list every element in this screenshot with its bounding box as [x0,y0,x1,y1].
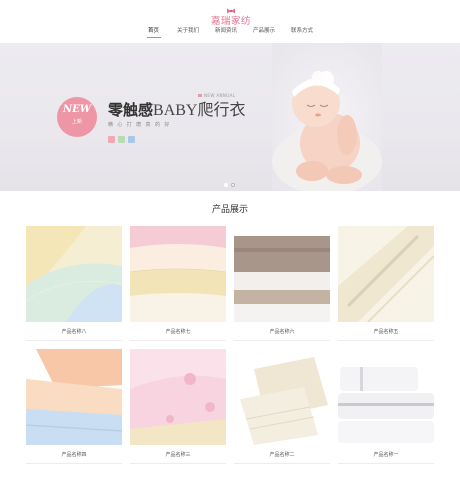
nav-item-about[interactable]: 关于我们 [177,28,199,35]
towel-peach-blue-fold-image [26,349,122,445]
towel-pink-yellow-stack-image [130,226,226,322]
product-name: 产品名称五 [373,329,399,335]
product-name: 产品名称七 [165,329,191,335]
bow-icon [227,8,235,14]
product-card[interactable]: 产品名称四 [26,349,122,466]
new-badge-sub: 上新 [71,119,82,125]
baby-photo [272,43,382,191]
product-card[interactable]: 产品名称六 [234,226,330,343]
nav-item-home[interactable]: 首页 [148,28,159,35]
card-divider [130,340,226,341]
product-card[interactable]: 产品名称三 [130,349,226,466]
main-nav: 首页 关于我们 新闻资讯 产品展示 联系方式 [130,28,330,40]
card-divider [26,340,122,341]
new-badge: NEW 上新 [57,97,97,137]
card-divider [26,463,122,464]
towel-brown-white-stack-image [234,226,330,322]
towel-cream-roll-image [338,226,434,322]
card-divider [234,340,330,341]
color-swatch-blue [128,136,135,143]
product-name: 产品名称六 [269,329,295,335]
towel-pink-floral-fold-image [130,349,226,445]
card-divider [338,463,434,464]
nav-item-news[interactable]: 新闻资讯 [215,28,237,35]
product-name: 产品名称八 [61,329,87,335]
headline-bold: 零触感 [108,101,154,119]
header: 嘉瑞家纺 首页 关于我们 新闻资讯 产品展示 联系方式 [0,0,460,40]
towel-beige-fold-image [234,349,330,445]
new-annual-marker [198,94,202,97]
card-divider [338,340,434,341]
nav-active-indicator [147,37,161,38]
product-name: 产品名称四 [61,452,87,458]
banner-headline: 零触感BABY爬行衣 [108,101,245,120]
towel-pastel-stack-image [26,226,122,322]
nav-item-products[interactable]: 产品展示 [253,28,275,35]
card-divider [234,463,330,464]
color-swatch-pink [108,136,115,143]
logo[interactable]: 嘉瑞家纺 [208,6,254,27]
hero-banner[interactable]: NEW 上新 NEW ANNUAL 零触感BABY爬行衣 精 心 打 磨 真 的… [0,43,460,191]
new-badge-title: NEW [63,104,91,115]
logo-text: 嘉瑞家纺 [210,16,251,27]
color-swatch-green [118,136,125,143]
product-name: 产品名称三 [165,452,191,458]
product-card[interactable]: 产品名称五 [338,226,434,343]
products-section-title: 产品展示 [211,205,248,215]
product-card[interactable]: 产品名称二 [234,349,330,466]
product-card[interactable]: 产品名称八 [26,226,122,343]
slide-dot-2[interactable] [231,183,235,187]
slide-dot-1[interactable] [224,183,228,187]
product-card[interactable]: 产品名称七 [130,226,226,343]
nav-item-contact[interactable]: 联系方式 [291,28,313,35]
product-card[interactable]: 产品名称一 [338,349,434,466]
banner-tagline: 精 心 打 磨 真 的 好 [108,122,171,128]
product-name: 产品名称二 [269,452,295,458]
new-annual-label: NEW ANNUAL [204,93,236,98]
towel-white-stack-image [338,349,434,445]
card-divider [130,463,226,464]
product-name: 产品名称一 [373,452,399,458]
headline-light: BABY爬行衣 [153,102,246,119]
